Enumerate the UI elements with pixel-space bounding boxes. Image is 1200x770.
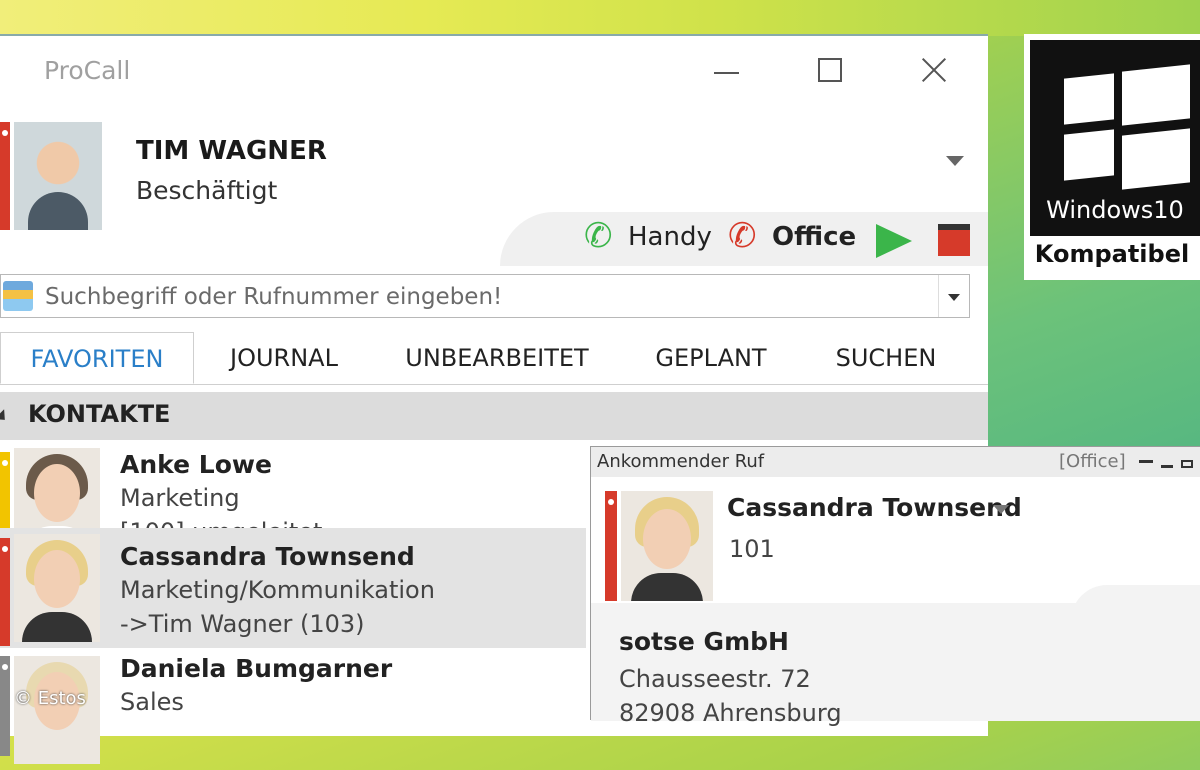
tab-journal[interactable]: JOURNAL [194,332,374,384]
presence-indicator [0,538,10,646]
collapse-triangle-icon[interactable] [0,409,10,425]
caller-company: sotse GmbH [619,627,789,656]
incoming-call-popup: Ankommender Ruf [Office] Cassandra Towns… [590,446,1200,727]
tab-unbearbeitet[interactable]: UNBEARBEITET [374,332,620,384]
caller-city: 82908 Ahrensburg [619,699,842,727]
search-bar [0,274,970,318]
app-title: ProCall [44,56,131,85]
caller-presence-indicator [605,491,617,601]
user-presence-indicator[interactable] [0,122,10,230]
maximize-icon[interactable] [1181,460,1193,468]
avatar [14,656,100,764]
profile-menu-chevron-down-icon[interactable] [946,156,964,166]
tab-favoriten[interactable]: FAVORITEN [0,332,194,384]
contact-name: Cassandra Townsend [120,542,415,571]
avatar[interactable] [14,122,102,230]
popup-title: Ankommender Ruf [597,451,765,472]
caller-street: Chausseestr. 72 [619,665,811,693]
pin-icon[interactable] [1139,460,1153,463]
tab-bar: FAVORITEN JOURNAL UNBEARBEITET GEPLANT S… [0,332,988,385]
minimize-icon[interactable] [706,50,746,90]
phone-handy-icon[interactable]: ✆ [584,216,613,256]
contact-name: Daniela Bumgarner [120,654,393,683]
contact-info: ->Tim Wagner (103) [120,610,365,638]
user-name: TIM WAGNER [136,136,327,166]
caller-name: Cassandra Townsend [727,493,1022,522]
line-handy-label[interactable]: Handy [628,222,712,252]
search-dropdown-chevron-down-icon[interactable] [938,275,969,317]
group-header-kontakte[interactable]: KONTAKTE [0,392,988,440]
group-label: KONTAKTE [28,400,171,428]
contacts-book-icon[interactable] [3,281,33,311]
image-credit: © Estos [14,688,86,709]
contact-department: Marketing [120,484,240,512]
avatar [14,534,100,642]
tab-geplant[interactable]: GEPLANT [620,332,802,384]
close-icon[interactable] [914,50,954,90]
contact-name: Anke Lowe [120,450,272,479]
calendar-icon[interactable] [938,224,970,256]
play-icon[interactable] [876,224,912,258]
windows10-badge: Windows10 Kompatibel [1024,34,1200,280]
maximize-icon[interactable] [810,50,850,90]
contact-department: Sales [120,688,184,716]
list-item[interactable]: Daniela Bumgarner Sales [0,650,586,770]
phone-office-icon[interactable]: ✆ [728,216,757,256]
windows-logo: Windows10 [1030,40,1200,236]
avatar [621,491,713,601]
minimize-icon[interactable] [1161,465,1173,468]
tab-suchen[interactable]: SUCHEN [802,332,970,384]
user-status[interactable]: Beschäftigt [136,176,277,205]
search-input[interactable] [43,279,927,315]
presence-indicator [0,656,10,756]
contact-department: Marketing/Kommunikation [120,576,435,604]
popup-line-label: [Office] [1059,451,1126,472]
list-item[interactable]: Cassandra Townsend Marketing/Kommunikati… [0,528,586,648]
badge-label: Kompatibel [1034,240,1190,268]
popup-title-bar: Ankommender Ruf [Office] [591,447,1200,477]
phone-line-bar: ✆ Handy ✆ Office [500,212,988,266]
badge-brand: Windows10 [1046,196,1184,224]
caller-menu-chevron-down-icon[interactable] [993,505,1009,514]
caller-extension: 101 [729,535,775,563]
line-office-label[interactable]: Office [772,222,856,252]
decorative-divider [1071,585,1200,621]
title-bar: ProCall [0,36,988,106]
background-top [0,0,1200,36]
